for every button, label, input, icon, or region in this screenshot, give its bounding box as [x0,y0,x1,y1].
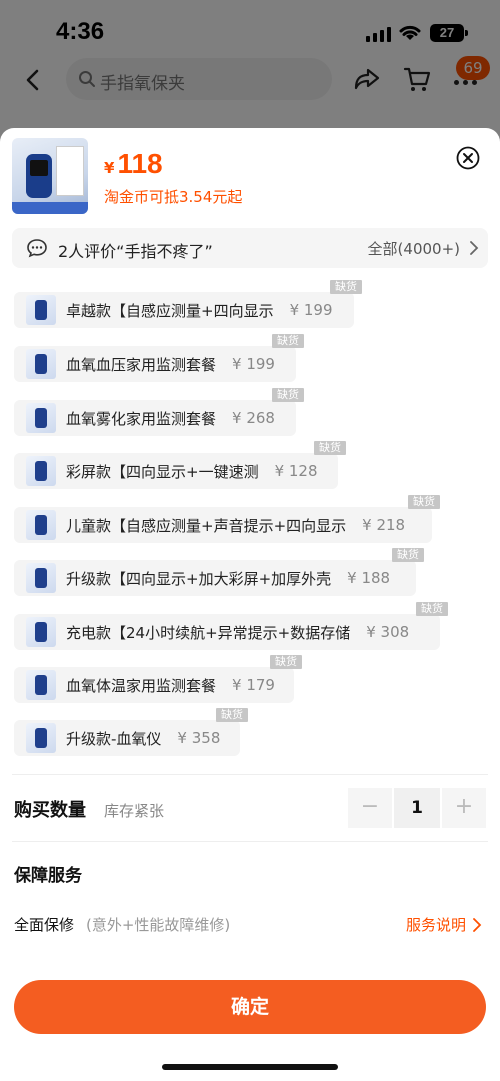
guarantee-section-title: 保障服务 [14,866,82,886]
sku-option[interactable]: 充电款【24小时续航+异常提示+数据存储 ¥ 308 缺货 [14,602,448,650]
sku-option[interactable]: 血氧雾化家用监测套餐 ¥ 268 缺货 [14,388,304,436]
sku-option-image [26,456,56,486]
home-indicator [162,1064,338,1070]
quantity-label: 购买数量 [14,800,86,821]
out-of-stock-tag: 缺货 [270,655,302,669]
out-of-stock-tag: 缺货 [330,280,362,294]
close-icon[interactable] [456,146,480,170]
sku-option-label: 血氧雾化家用监测套餐 [66,409,217,428]
sku-option-price: ¥ 199 [232,355,275,373]
warranty-label[interactable]: 全面保修 [14,914,74,935]
sku-option[interactable]: 血氧血压家用监测套餐 ¥ 199 缺货 [14,334,304,382]
divider [12,774,488,775]
stock-status: 库存紧张 [104,802,165,820]
sku-option[interactable]: 儿童款【自感应测量+声音提示+四向显示 ¥ 218 缺货 [14,495,440,543]
sku-option[interactable]: 卓越款【自感应测量+四向显示 ¥ 199 缺货 [14,280,362,328]
comment-icon [27,239,47,258]
price-value: 118 [117,148,163,179]
sku-option[interactable]: 血氧体温家用监测套餐 ¥ 179 缺货 [14,655,302,703]
sku-option-price: ¥ 358 [177,729,221,747]
sku-option-price: ¥ 268 [232,409,275,427]
sku-selection-sheet: ¥ 118 淘金币可抵3.54元起 2人评价“手指不疼了” 全部(4000+) … [0,128,500,1081]
sku-option-price: ¥ 179 [232,676,275,694]
sku-option-image [26,670,56,700]
sku-option[interactable]: 彩屏款【四向显示+一键速测 ¥ 128 缺货 [14,441,346,489]
product-price: ¥ 118 [104,148,163,180]
sku-option-image [26,349,56,379]
sku-option-price: ¥ 218 [362,516,406,534]
sku-option-label: 充电款【24小时续航+异常提示+数据存储 [66,623,351,642]
sku-option-label: 升级款-血氧仪 [66,729,162,748]
sku-option-label: 血氧血压家用监测套餐 [66,355,217,374]
review-all-count: 全部(4000+) [367,240,460,258]
sku-option-image [26,617,56,647]
warranty-note: (意外+性能故障维修) [86,916,231,934]
sku-option-image [26,295,56,325]
product-thumbnail[interactable] [12,138,88,214]
sku-option-label: 卓越款【自感应测量+四向显示 [66,301,274,320]
review-highlight: 2人评价“手指不疼了” [58,242,213,261]
quantity-decrease-button[interactable]: − [348,788,392,828]
out-of-stock-tag: 缺货 [272,388,304,402]
sku-option-image [26,403,56,433]
sku-option-label: 血氧体温家用监测套餐 [66,676,217,695]
sku-option-image [26,563,56,593]
sku-option-price: ¥ 188 [347,569,391,587]
out-of-stock-tag: 缺货 [314,441,346,455]
sku-option-price: ¥ 199 [289,301,333,319]
sku-option[interactable]: 升级款-血氧仪 ¥ 358 缺货 [14,708,248,756]
quantity-stepper: − 1 + [348,788,486,828]
price-currency: ¥ [104,159,115,177]
sku-option-label: 彩屏款【四向显示+一键速测 [66,462,259,481]
sku-option-image [26,723,56,753]
sku-option-price: ¥ 308 [366,623,410,641]
confirm-button[interactable]: 确定 [14,980,486,1034]
out-of-stock-tag: 缺货 [416,602,448,616]
chevron-right-icon[interactable] [472,918,482,932]
review-summary-bar[interactable]: 2人评价“手指不疼了” 全部(4000+) [12,228,488,268]
chevron-right-icon [470,241,479,255]
out-of-stock-tag: 缺货 [408,495,440,509]
sku-option-price: ¥ 128 [274,462,318,480]
sku-option-label: 儿童款【自感应测量+声音提示+四向显示 [66,516,347,535]
coins-discount-note: 淘金币可抵3.54元起 [104,188,243,206]
out-of-stock-tag: 缺货 [272,334,304,348]
sku-option-image [26,510,56,540]
out-of-stock-tag: 缺货 [392,548,424,562]
sku-option-label: 升级款【四向显示+加大彩屏+加厚外壳 [66,569,332,588]
divider [12,841,488,842]
out-of-stock-tag: 缺货 [216,708,248,722]
modal-backdrop[interactable] [0,0,500,140]
quantity-increase-button[interactable]: + [442,788,486,828]
sku-option[interactable]: 升级款【四向显示+加大彩屏+加厚外壳 ¥ 188 缺货 [14,548,424,596]
service-info-link[interactable]: 服务说明 [406,914,466,935]
quantity-value[interactable]: 1 [392,788,442,828]
